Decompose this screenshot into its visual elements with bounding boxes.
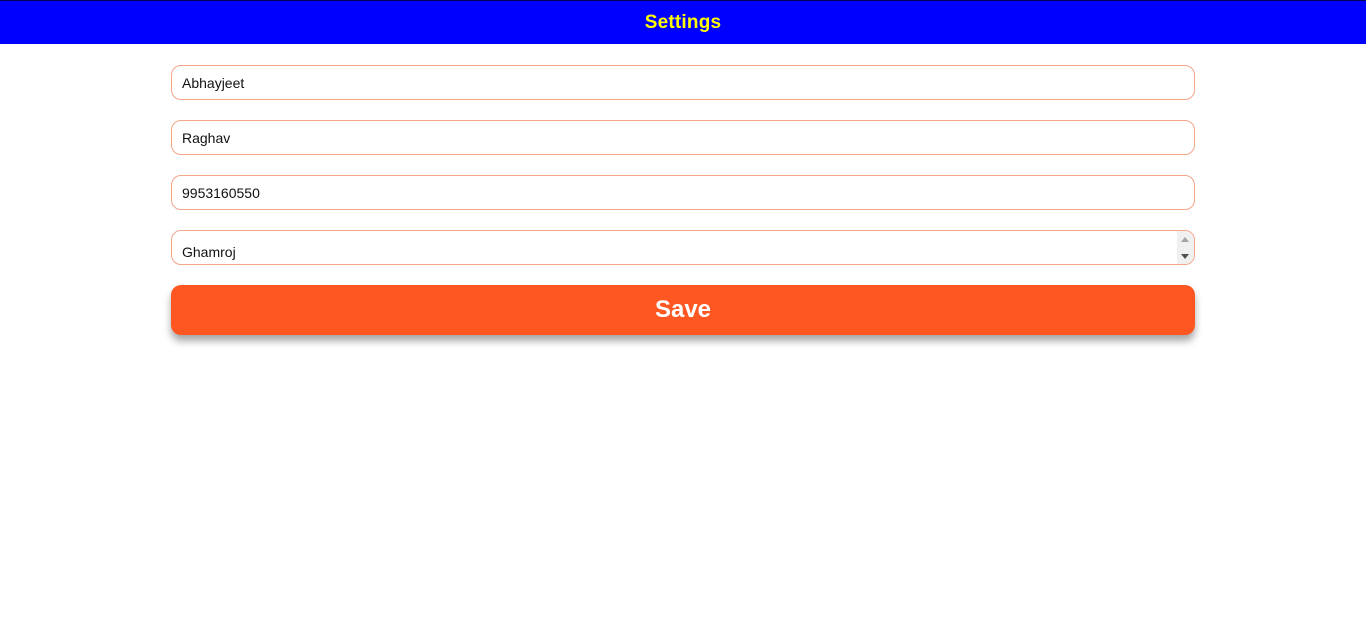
select-scrollbar[interactable] [1177, 231, 1194, 264]
scroll-up-icon[interactable] [1181, 237, 1189, 242]
location-select[interactable]: Ghamroj [171, 230, 1195, 265]
last-name-field[interactable] [171, 120, 1195, 155]
phone-field[interactable] [171, 175, 1195, 210]
first-name-field[interactable] [171, 65, 1195, 100]
scroll-down-icon[interactable] [1181, 254, 1189, 259]
app-header: Settings [0, 0, 1366, 44]
save-button[interactable]: Save [171, 285, 1195, 335]
location-select-value: Ghamroj [182, 244, 236, 260]
page-title: Settings [644, 11, 722, 33]
